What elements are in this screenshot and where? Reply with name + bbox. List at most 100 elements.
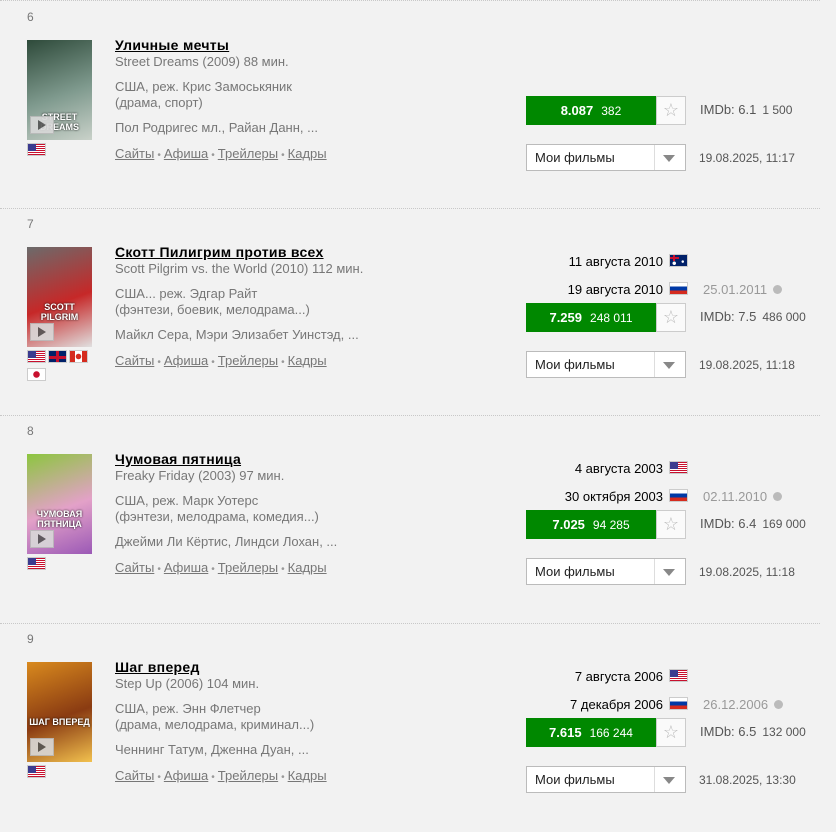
country-director: США... реж. Эдгар Райт xyxy=(115,286,258,301)
poster-title: ЧУМОВАЯ ПЯТНИЦА xyxy=(36,509,83,529)
release-date: 4 августа 2003 xyxy=(575,461,688,476)
added-date: 19.08.2025, 11:17 xyxy=(699,151,795,165)
actors: Джейми Ли Кёртис, Линдси Лохан, ... xyxy=(115,534,338,549)
country-flags xyxy=(27,765,95,783)
genres: (фэнтези, мелодрама, комедия...) xyxy=(115,509,319,524)
movie-entry: 6 STREET DREAMS Уличные мечты Street Dreams… xyxy=(0,10,836,210)
trailers-link[interactable]: Трейлеры xyxy=(218,768,278,783)
flag-ru-icon xyxy=(669,697,688,710)
info-icon[interactable] xyxy=(774,700,784,709)
genres: (драма, спорт) xyxy=(115,95,203,110)
stills-link[interactable]: Кадры xyxy=(288,560,327,575)
actors: Ченнинг Татум, Дженна Дуан, ... xyxy=(115,742,309,757)
link-separator: • xyxy=(211,564,215,575)
afisha-link[interactable]: Афиша xyxy=(164,560,208,575)
rate-star-button[interactable]: ☆ xyxy=(656,718,686,747)
sites-link[interactable]: Сайты xyxy=(115,560,154,575)
release-date-text: 7 декабря 2006 xyxy=(570,697,663,712)
entry-number: 6 xyxy=(27,10,34,24)
stills-link[interactable]: Кадры xyxy=(288,768,327,783)
my-films-dropdown[interactable]: Мои фильмы xyxy=(526,766,686,793)
movie-links: Сайты • Афиша • Трейлеры • Кадры xyxy=(115,353,327,368)
movie-title-link[interactable]: Чумовая пятница xyxy=(115,451,241,467)
play-trailer-icon[interactable] xyxy=(30,530,54,548)
my-films-dropdown[interactable]: Мои фильмы xyxy=(526,144,686,171)
movie-links: Сайты • Афиша • Трейлеры • Кадры xyxy=(115,768,327,783)
release-date: 7 августа 2006 xyxy=(575,669,688,684)
imdb-votes: 169 000 xyxy=(762,517,806,531)
country-flags xyxy=(27,143,95,161)
play-trailer-icon[interactable] xyxy=(30,323,54,341)
imdb-value: IMDb: 6.5 xyxy=(700,724,757,739)
rating-value: 7.025 xyxy=(552,517,585,532)
stills-link[interactable]: Кадры xyxy=(288,146,327,161)
release-date: 11 августа 2010 xyxy=(569,254,688,269)
original-title: Scott Pilgrim vs. the World (2010) 112 м… xyxy=(115,261,364,276)
movie-title-link[interactable]: Шаг вперед xyxy=(115,659,200,675)
rating-count: 166 244 xyxy=(589,726,633,740)
flag-us-icon xyxy=(669,669,688,682)
country-director: США, реж. Энн Флетчер xyxy=(115,701,261,716)
flag-au-icon xyxy=(669,254,688,267)
sites-link[interactable]: Сайты xyxy=(115,146,154,161)
play-trailer-icon[interactable] xyxy=(30,116,54,134)
release-note: 26.12.2006 xyxy=(703,697,784,712)
movie-title-link[interactable]: Скотт Пилигрим против всех xyxy=(115,244,324,260)
link-separator: • xyxy=(211,772,215,783)
imdb-value: IMDb: 6.1 xyxy=(700,102,757,117)
entry-number: 8 xyxy=(27,424,34,438)
movie-poster[interactable]: SCOTT PILGRIM xyxy=(27,247,92,347)
afisha-link[interactable]: Афиша xyxy=(164,146,208,161)
original-title: Freaky Friday (2003) 97 мин. xyxy=(115,468,285,483)
stills-link[interactable]: Кадры xyxy=(288,353,327,368)
trailers-link[interactable]: Трейлеры xyxy=(218,560,278,575)
dropdown-divider xyxy=(654,767,655,792)
link-separator: • xyxy=(211,357,215,368)
movie-poster[interactable]: STREET DREAMS xyxy=(27,40,92,140)
movie-title-link[interactable]: Уличные мечты xyxy=(115,37,229,53)
link-separator: • xyxy=(281,357,285,368)
flag-ru-icon xyxy=(669,489,688,502)
original-title: Street Dreams (2009) 88 мин. xyxy=(115,54,289,69)
my-films-dropdown[interactable]: Мои фильмы xyxy=(526,558,686,585)
link-separator: • xyxy=(281,150,285,161)
flag-jp-icon xyxy=(27,368,46,381)
sites-link[interactable]: Сайты xyxy=(115,768,154,783)
flag-ca-icon xyxy=(69,350,88,363)
original-title: Step Up (2006) 104 мин. xyxy=(115,676,260,691)
poster-title: ШАГ ВПЕРЕД xyxy=(29,717,90,727)
dropdown-divider xyxy=(654,145,655,170)
flag-us-icon xyxy=(27,557,46,570)
my-films-dropdown[interactable]: Мои фильмы xyxy=(526,351,686,378)
flag-ru-icon xyxy=(669,282,688,295)
entry-number: 7 xyxy=(27,217,34,231)
movie-poster[interactable]: ШАГ ВПЕРЕД xyxy=(27,662,92,762)
my-films-label: Мои фильмы xyxy=(535,150,615,165)
afisha-link[interactable]: Афиша xyxy=(164,353,208,368)
rate-star-button[interactable]: ☆ xyxy=(656,510,686,539)
sites-link[interactable]: Сайты xyxy=(115,353,154,368)
rate-star-button[interactable]: ☆ xyxy=(656,303,686,332)
afisha-link[interactable]: Афиша xyxy=(164,768,208,783)
director-info: США, реж. Марк Уотерс (фэнтези, мелодрама… xyxy=(115,493,319,525)
link-separator: • xyxy=(157,772,161,783)
trailers-link[interactable]: Трейлеры xyxy=(218,146,278,161)
release-date-text: 11 августа 2010 xyxy=(568,254,663,269)
link-separator: • xyxy=(157,357,161,368)
flag-us-icon xyxy=(27,765,46,778)
imdb-rating: IMDb: 6.1 1 500 xyxy=(700,102,792,117)
flag-us-icon xyxy=(27,143,46,156)
trailers-link[interactable]: Трейлеры xyxy=(218,353,278,368)
actors: Пол Родригес мл., Райан Данн, ... xyxy=(115,120,318,135)
movie-entry: 8 ЧУМОВАЯ ПЯТНИЦА Чумовая пятница Freaky Fr… xyxy=(0,424,836,624)
info-icon[interactable] xyxy=(773,285,783,294)
director-info: США, реж. Энн Флетчер (драма, мелодрама, … xyxy=(115,701,314,733)
play-trailer-icon[interactable] xyxy=(30,738,54,756)
release-date: 19 августа 2010 xyxy=(568,282,688,297)
release-date-text: 4 августа 2003 xyxy=(574,461,663,476)
rate-star-button[interactable]: ☆ xyxy=(656,96,686,125)
info-icon[interactable] xyxy=(773,492,783,501)
movie-poster[interactable]: ЧУМОВАЯ ПЯТНИЦА xyxy=(27,454,92,554)
entry-number: 9 xyxy=(27,632,34,646)
link-separator: • xyxy=(157,150,161,161)
